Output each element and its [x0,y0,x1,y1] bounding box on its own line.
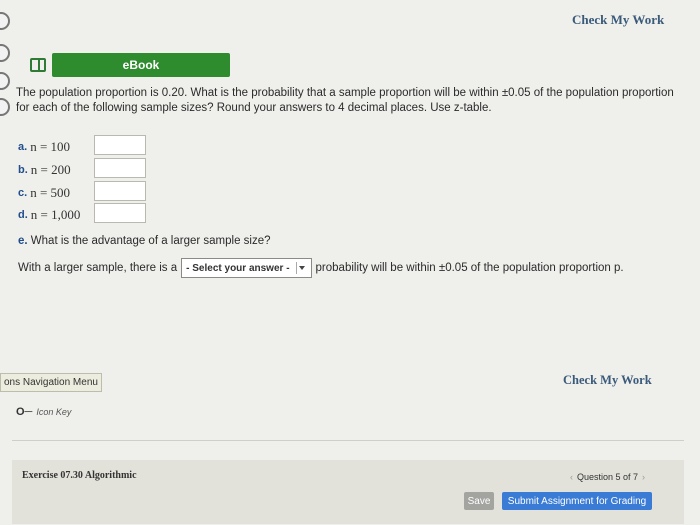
icon-key-link[interactable]: O─ Icon Key [16,406,71,418]
part-label: e. [18,235,28,247]
check-my-work-link-top[interactable]: Check My Work [572,12,664,28]
questions-navigation-menu[interactable]: ons Navigation Menu [0,373,102,392]
icon-key-label: Icon Key [36,407,72,417]
part-b-row: b. n = 200 [18,160,71,180]
sentence-end: probability will be within ±0.05 of the … [315,262,624,274]
answer-select[interactable]: - Select your answer - [181,258,312,278]
part-a-row: a. n = 100 [18,137,70,157]
part-c-row: c. n = 500 [18,183,70,203]
question-position: Question 5 of 7 [577,472,639,482]
check-my-work-link[interactable]: Check My Work [563,373,652,388]
left-edge-marker [0,44,10,62]
sample-size: n = 1,000 [30,207,81,222]
key-icon: O─ [16,406,33,418]
question-text: The population proportion is 0.20. What … [16,87,674,114]
answer-input-c[interactable] [94,181,146,201]
divider [12,440,684,441]
sample-size: n = 500 [30,185,71,200]
part-e-question: e. What is the advantage of a larger sam… [18,235,271,247]
sample-size: n = 200 [30,162,71,177]
question-navigator[interactable]: ‹ Question 5 of 7 › [566,472,649,482]
submit-assignment-button[interactable]: Submit Assignment for Grading [502,492,652,510]
part-e-sentence: With a larger sample, there is a - Selec… [18,258,624,278]
answer-input-d[interactable] [94,203,146,223]
chevron-down-icon [295,262,307,274]
part-label: b. [18,164,28,176]
sentence-start: With a larger sample, there is a [18,262,178,274]
part-label: d. [18,209,28,221]
part-e-text: What is the advantage of a larger sample… [30,235,271,247]
left-edge-marker [0,72,10,90]
part-label: c. [18,187,28,199]
ebook-button[interactable]: eBook [52,53,230,77]
save-button[interactable]: Save [464,492,494,510]
left-edge-marker [0,98,10,116]
select-value: - Select your answer - [186,262,290,274]
answer-input-a[interactable] [94,135,146,155]
chevron-right-icon[interactable]: › [642,472,645,482]
part-d-row: d. n = 1,000 [18,205,80,225]
answer-input-b[interactable] [94,158,146,178]
left-edge-marker [0,12,10,30]
assignment-panel: Check My Work eBook The population propo… [0,0,700,525]
sample-size: n = 100 [30,139,71,154]
exercise-title: Exercise 07.30 Algorithmic [22,470,137,481]
book-icon [30,58,46,72]
part-label: a. [18,141,28,153]
chevron-left-icon[interactable]: ‹ [570,472,573,482]
